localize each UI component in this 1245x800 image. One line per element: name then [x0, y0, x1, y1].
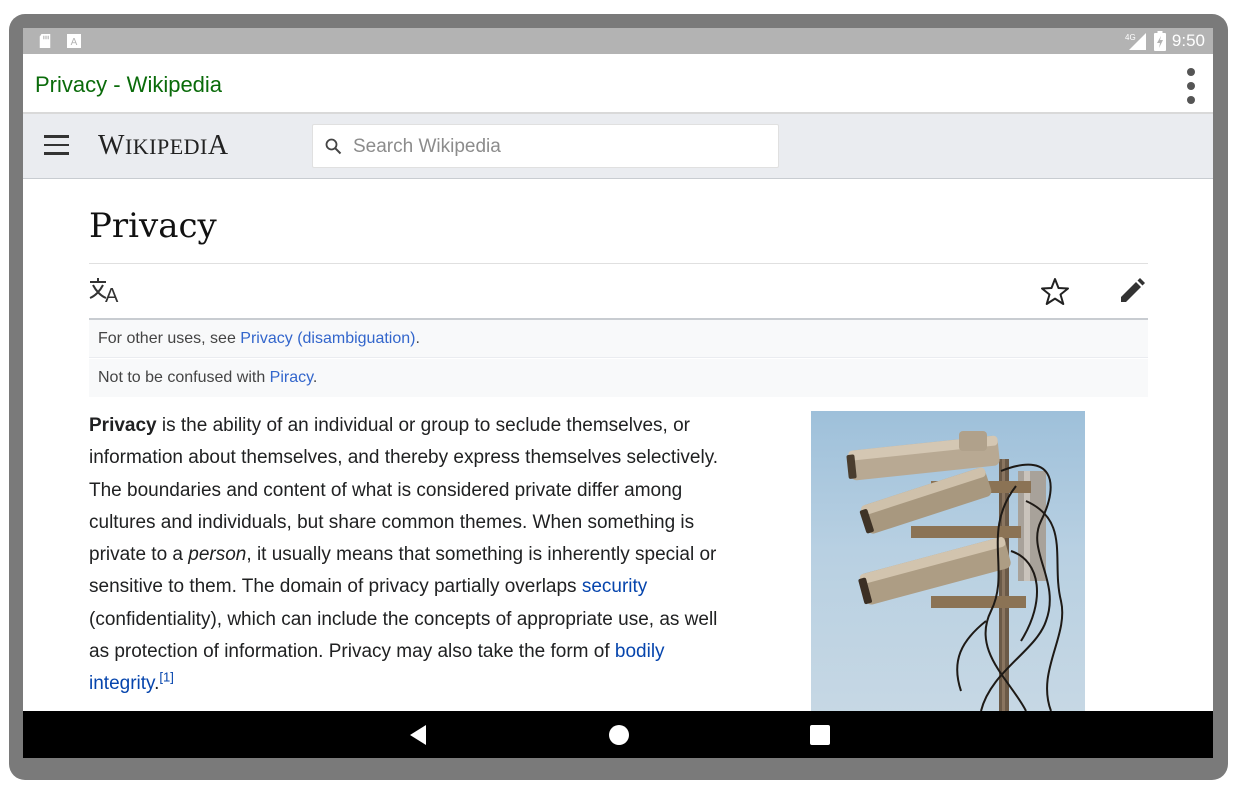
reference-link[interactable]: [1]: [159, 670, 173, 685]
lead-text-1: is the ability of an individual or group…: [89, 415, 719, 566]
back-icon: [410, 724, 426, 745]
network-type: 4G: [1125, 33, 1136, 42]
home-button[interactable]: [589, 711, 649, 758]
star-icon[interactable]: [1040, 277, 1070, 307]
sd-card-icon: [39, 34, 51, 48]
page-actions: A: [89, 264, 1148, 320]
recents-icon: [810, 724, 830, 745]
hatnote-suffix: .: [415, 330, 420, 347]
app-title: Privacy - Wikipedia: [35, 72, 223, 97]
signal-4g-icon: 4G: [1125, 33, 1146, 50]
lead-paragraph: Privacy is the ability of an individual …: [89, 410, 734, 701]
lead-italic: person: [188, 544, 247, 566]
hatnote-confusion: Not to be confused with Piracy.: [89, 359, 1148, 397]
battery-charging-icon: [1153, 31, 1166, 51]
wordmark-last: A: [207, 130, 229, 161]
device-screen: A 4G 9:50 Privacy - Wikipedia WIKIPEDIA: [23, 28, 1213, 758]
language-icon[interactable]: A: [89, 276, 123, 304]
surveillance-cameras-image: [846, 431, 1064, 721]
wordmark-first: W: [98, 130, 125, 161]
android-nav-bar: [23, 711, 1213, 758]
app-bar: Privacy - Wikipedia: [23, 54, 1213, 114]
wordmark-mid: IKIPEDI: [124, 134, 208, 159]
lead-bold-term: Privacy: [89, 415, 157, 436]
security-link[interactable]: security: [582, 576, 647, 597]
search-box[interactable]: [312, 124, 779, 168]
hatnote-prefix: Not to be confused with: [98, 369, 270, 386]
status-time: 9:50: [1171, 31, 1205, 50]
home-icon: [609, 724, 629, 745]
hamburger-menu-icon[interactable]: [44, 135, 69, 155]
back-button[interactable]: [388, 711, 448, 758]
keyboard-icon: A: [67, 34, 81, 48]
svg-text:A: A: [105, 285, 119, 304]
piracy-link[interactable]: Piracy: [270, 369, 313, 386]
status-bar-right: 4G 9:50: [1124, 28, 1205, 54]
disambiguation-link[interactable]: Privacy (disambiguation): [240, 330, 415, 347]
overflow-menu-icon[interactable]: [1179, 68, 1203, 104]
wikipedia-header: WIKIPEDIA: [23, 114, 1213, 179]
hatnote-suffix: .: [312, 369, 318, 386]
status-bar: A 4G 9:50: [23, 28, 1213, 54]
wikipedia-wordmark[interactable]: WIKIPEDIA: [98, 130, 229, 162]
svg-text:A: A: [71, 37, 78, 48]
page-title: Privacy: [89, 206, 217, 246]
article-image-thumbnail[interactable]: [811, 411, 1085, 721]
edit-pencil-icon[interactable]: [1118, 277, 1146, 305]
recents-button[interactable]: [790, 711, 850, 758]
hatnote-prefix: For other uses, see: [98, 330, 241, 347]
search-input[interactable]: [351, 133, 765, 161]
search-icon: [325, 138, 342, 155]
hatnote-disambiguation: For other uses, see Privacy (disambiguat…: [89, 320, 1148, 358]
